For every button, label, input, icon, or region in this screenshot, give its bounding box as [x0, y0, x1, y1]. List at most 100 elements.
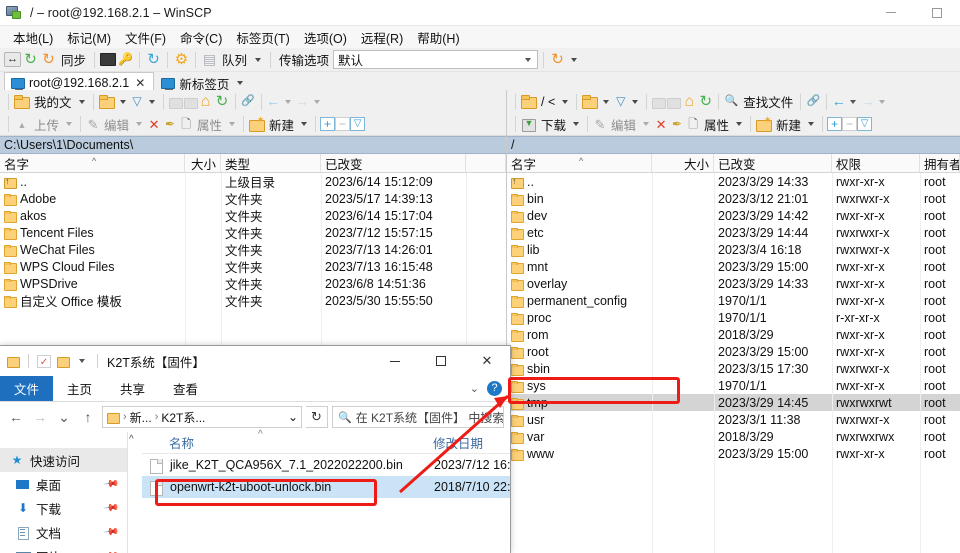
forward-icon[interactable]: →	[30, 406, 50, 428]
remote-delete-icon[interactable]	[653, 117, 669, 132]
menu-mark[interactable]: 标记(M)	[60, 26, 118, 49]
breadcrumb-item-1[interactable]: 新...	[130, 409, 152, 426]
remote-back-icon[interactable]	[831, 94, 846, 109]
maximize-button[interactable]	[914, 0, 960, 26]
properties-check-icon[interactable]	[37, 354, 51, 368]
remote-col-modified[interactable]: 已改变	[714, 154, 832, 172]
synchronize-browsing-icon[interactable]	[22, 52, 39, 67]
local-refresh-icon[interactable]	[214, 94, 231, 109]
local-filter-chevron-icon[interactable]	[148, 99, 155, 104]
menu-files[interactable]: 文件(F)	[118, 26, 173, 49]
ribbon-expand-chevron-icon[interactable]: ⌄	[470, 382, 479, 395]
table-row[interactable]: dev 2023/3/29 14:42 rwxr-xr-x root	[507, 207, 960, 224]
remote-select-filter-icon[interactable]: ▽	[857, 117, 873, 131]
swap-panels-icon[interactable]	[4, 52, 21, 67]
menu-help[interactable]: 帮助(H)	[410, 26, 466, 49]
table-row[interactable]: Adobe 文件夹 2023/5/17 14:39:13	[0, 190, 506, 207]
menu-tabs[interactable]: 标签页(T)	[229, 26, 296, 49]
sidebar-item-entry-3[interactable]: 文档 📌	[0, 520, 127, 544]
local-edit-chevron-icon[interactable]	[136, 122, 143, 126]
sidebar-item-quick-access[interactable]: 快速访问	[0, 448, 127, 472]
menu-remote[interactable]: 远程(R)	[354, 26, 410, 49]
local-location-chevron-down-icon[interactable]	[78, 99, 85, 104]
remote-select-more-icon[interactable]: +	[827, 117, 843, 131]
tab-close-icon[interactable]: ✕	[133, 76, 147, 90]
local-back-chevron-icon[interactable]	[284, 99, 291, 104]
pin-icon[interactable]: 📌	[102, 500, 119, 516]
local-properties-icon[interactable]	[178, 117, 194, 132]
local-col-name[interactable]: 名字 ^	[0, 154, 185, 172]
explorer-splitter[interactable]: ^	[128, 432, 142, 553]
remote-root-icon[interactable]	[520, 94, 538, 109]
help-icon[interactable]: ?	[487, 381, 502, 396]
pin-icon[interactable]: 📌	[102, 548, 119, 553]
remote-root-directory-icon[interactable]	[666, 95, 682, 109]
local-select-less-icon[interactable]: −	[335, 117, 351, 131]
local-edit-label[interactable]: 编辑	[101, 115, 132, 134]
local-col-blank[interactable]	[466, 154, 506, 172]
local-properties-label[interactable]: 属性	[194, 115, 225, 134]
upload-chevron-icon[interactable]	[66, 122, 73, 126]
remote-parent-directory-icon[interactable]	[651, 95, 667, 109]
remote-forward-chevron-icon[interactable]	[879, 99, 886, 104]
remote-edit-chevron-icon[interactable]	[643, 122, 650, 126]
local-forward-icon[interactable]	[295, 94, 310, 109]
upload-icon[interactable]	[13, 117, 31, 132]
table-row[interactable]: rom 2018/3/29 rwxr-xr-x root	[507, 326, 960, 343]
search-input[interactable]: 🔍 在 K2T系统【固件】 中搜索	[332, 406, 504, 428]
local-open-dir-chevron-icon[interactable]	[119, 99, 126, 104]
table-row[interactable]: var 2018/3/29 rwxrwxrwx root	[507, 428, 960, 445]
address-chevron-down-icon[interactable]: ⌄	[288, 410, 298, 424]
remote-properties-chevron-icon[interactable]	[736, 122, 743, 126]
table-row[interactable]: akos 文件夹 2023/6/14 15:17:04	[0, 207, 506, 224]
download-icon[interactable]	[520, 117, 538, 132]
remote-select-less-icon[interactable]: −	[842, 117, 858, 131]
sidebar-item-entry-1[interactable]: 桌面 📌	[0, 472, 127, 496]
explorer-file-list[interactable]: 名称 ^ 修改日期 jike_K2T_QCA956X_7.1_202202220…	[142, 429, 510, 553]
transfer-preset-icon[interactable]	[549, 52, 566, 67]
refresh-icon[interactable]	[145, 52, 162, 67]
breadcrumb-item-2[interactable]: K2T系...	[161, 409, 205, 426]
remote-refresh-icon[interactable]	[697, 94, 714, 109]
local-edit-icon[interactable]	[85, 117, 101, 132]
tab-home[interactable]: 主页	[53, 376, 106, 401]
remote-new-label[interactable]: 新建	[773, 115, 804, 134]
table-row[interactable]: proc 1970/1/1 r-xr-xr-x root	[507, 309, 960, 326]
scroll-up-icon[interactable]: ^	[129, 434, 134, 445]
open-terminal-icon[interactable]	[100, 53, 117, 66]
address-input[interactable]: › 新... › K2T系... ⌄	[102, 406, 302, 428]
remote-properties-icon[interactable]	[685, 117, 701, 132]
sidebar-item-entry-4[interactable]: 图片 📌	[0, 544, 127, 553]
local-path-bar[interactable]: C:\Users\1\Documents\	[0, 136, 506, 154]
local-open-directory-icon[interactable]	[98, 94, 116, 109]
local-col-type[interactable]: 类型	[221, 154, 321, 172]
remote-col-permissions[interactable]: 权限	[832, 154, 920, 172]
qat-chevron-down-icon[interactable]	[79, 359, 85, 363]
pin-icon[interactable]: 📌	[102, 524, 119, 540]
table-row[interactable]: etc 2023/3/29 14:44 rwxrwxr-x root	[507, 224, 960, 241]
remote-open-dir-chevron-icon[interactable]	[603, 99, 610, 104]
minimize-button[interactable]	[868, 0, 914, 26]
remote-file-list[interactable]: .. 2023/3/29 14:33 rwxr-xr-x root bin 2023/3/…	[507, 173, 960, 553]
tab-file[interactable]: 文件	[0, 376, 54, 401]
table-row[interactable]: WPSDrive 文件夹 2023/6/8 14:51:36	[0, 275, 506, 292]
table-row[interactable]: lib 2023/3/4 16:18 rwxrwxr-x root	[507, 241, 960, 258]
transfer-preset-chevron-down-icon[interactable]	[571, 57, 578, 62]
remote-new-chevron-icon[interactable]	[808, 122, 815, 126]
queue-chevron-down-icon[interactable]	[255, 57, 262, 62]
download-chevron-icon[interactable]	[573, 122, 580, 126]
local-new-label[interactable]: 新建	[266, 115, 297, 134]
explorer-close-button[interactable]: ✕	[464, 346, 510, 376]
pin-icon[interactable]: 📌	[102, 476, 119, 492]
find-files-label[interactable]: 查找文件	[740, 92, 796, 111]
local-delete-icon[interactable]	[146, 117, 162, 132]
recent-locations-chevron-icon[interactable]: ⌄	[54, 406, 74, 428]
remote-col-size[interactable]: 大小	[652, 154, 714, 172]
local-col-modified[interactable]: 已改变	[321, 154, 466, 172]
explorer-col-name[interactable]: 名称 ^	[142, 429, 427, 452]
table-row[interactable]: overlay 2023/3/29 14:33 rwxr-xr-x root	[507, 275, 960, 292]
table-row[interactable]: mnt 2023/3/29 15:00 rwxr-xr-x root	[507, 258, 960, 275]
remote-back-chevron-icon[interactable]	[850, 99, 857, 104]
local-root-directory-icon[interactable]	[183, 95, 198, 109]
table-row[interactable]: bin 2023/3/12 21:01 rwxrwxr-x root	[507, 190, 960, 207]
